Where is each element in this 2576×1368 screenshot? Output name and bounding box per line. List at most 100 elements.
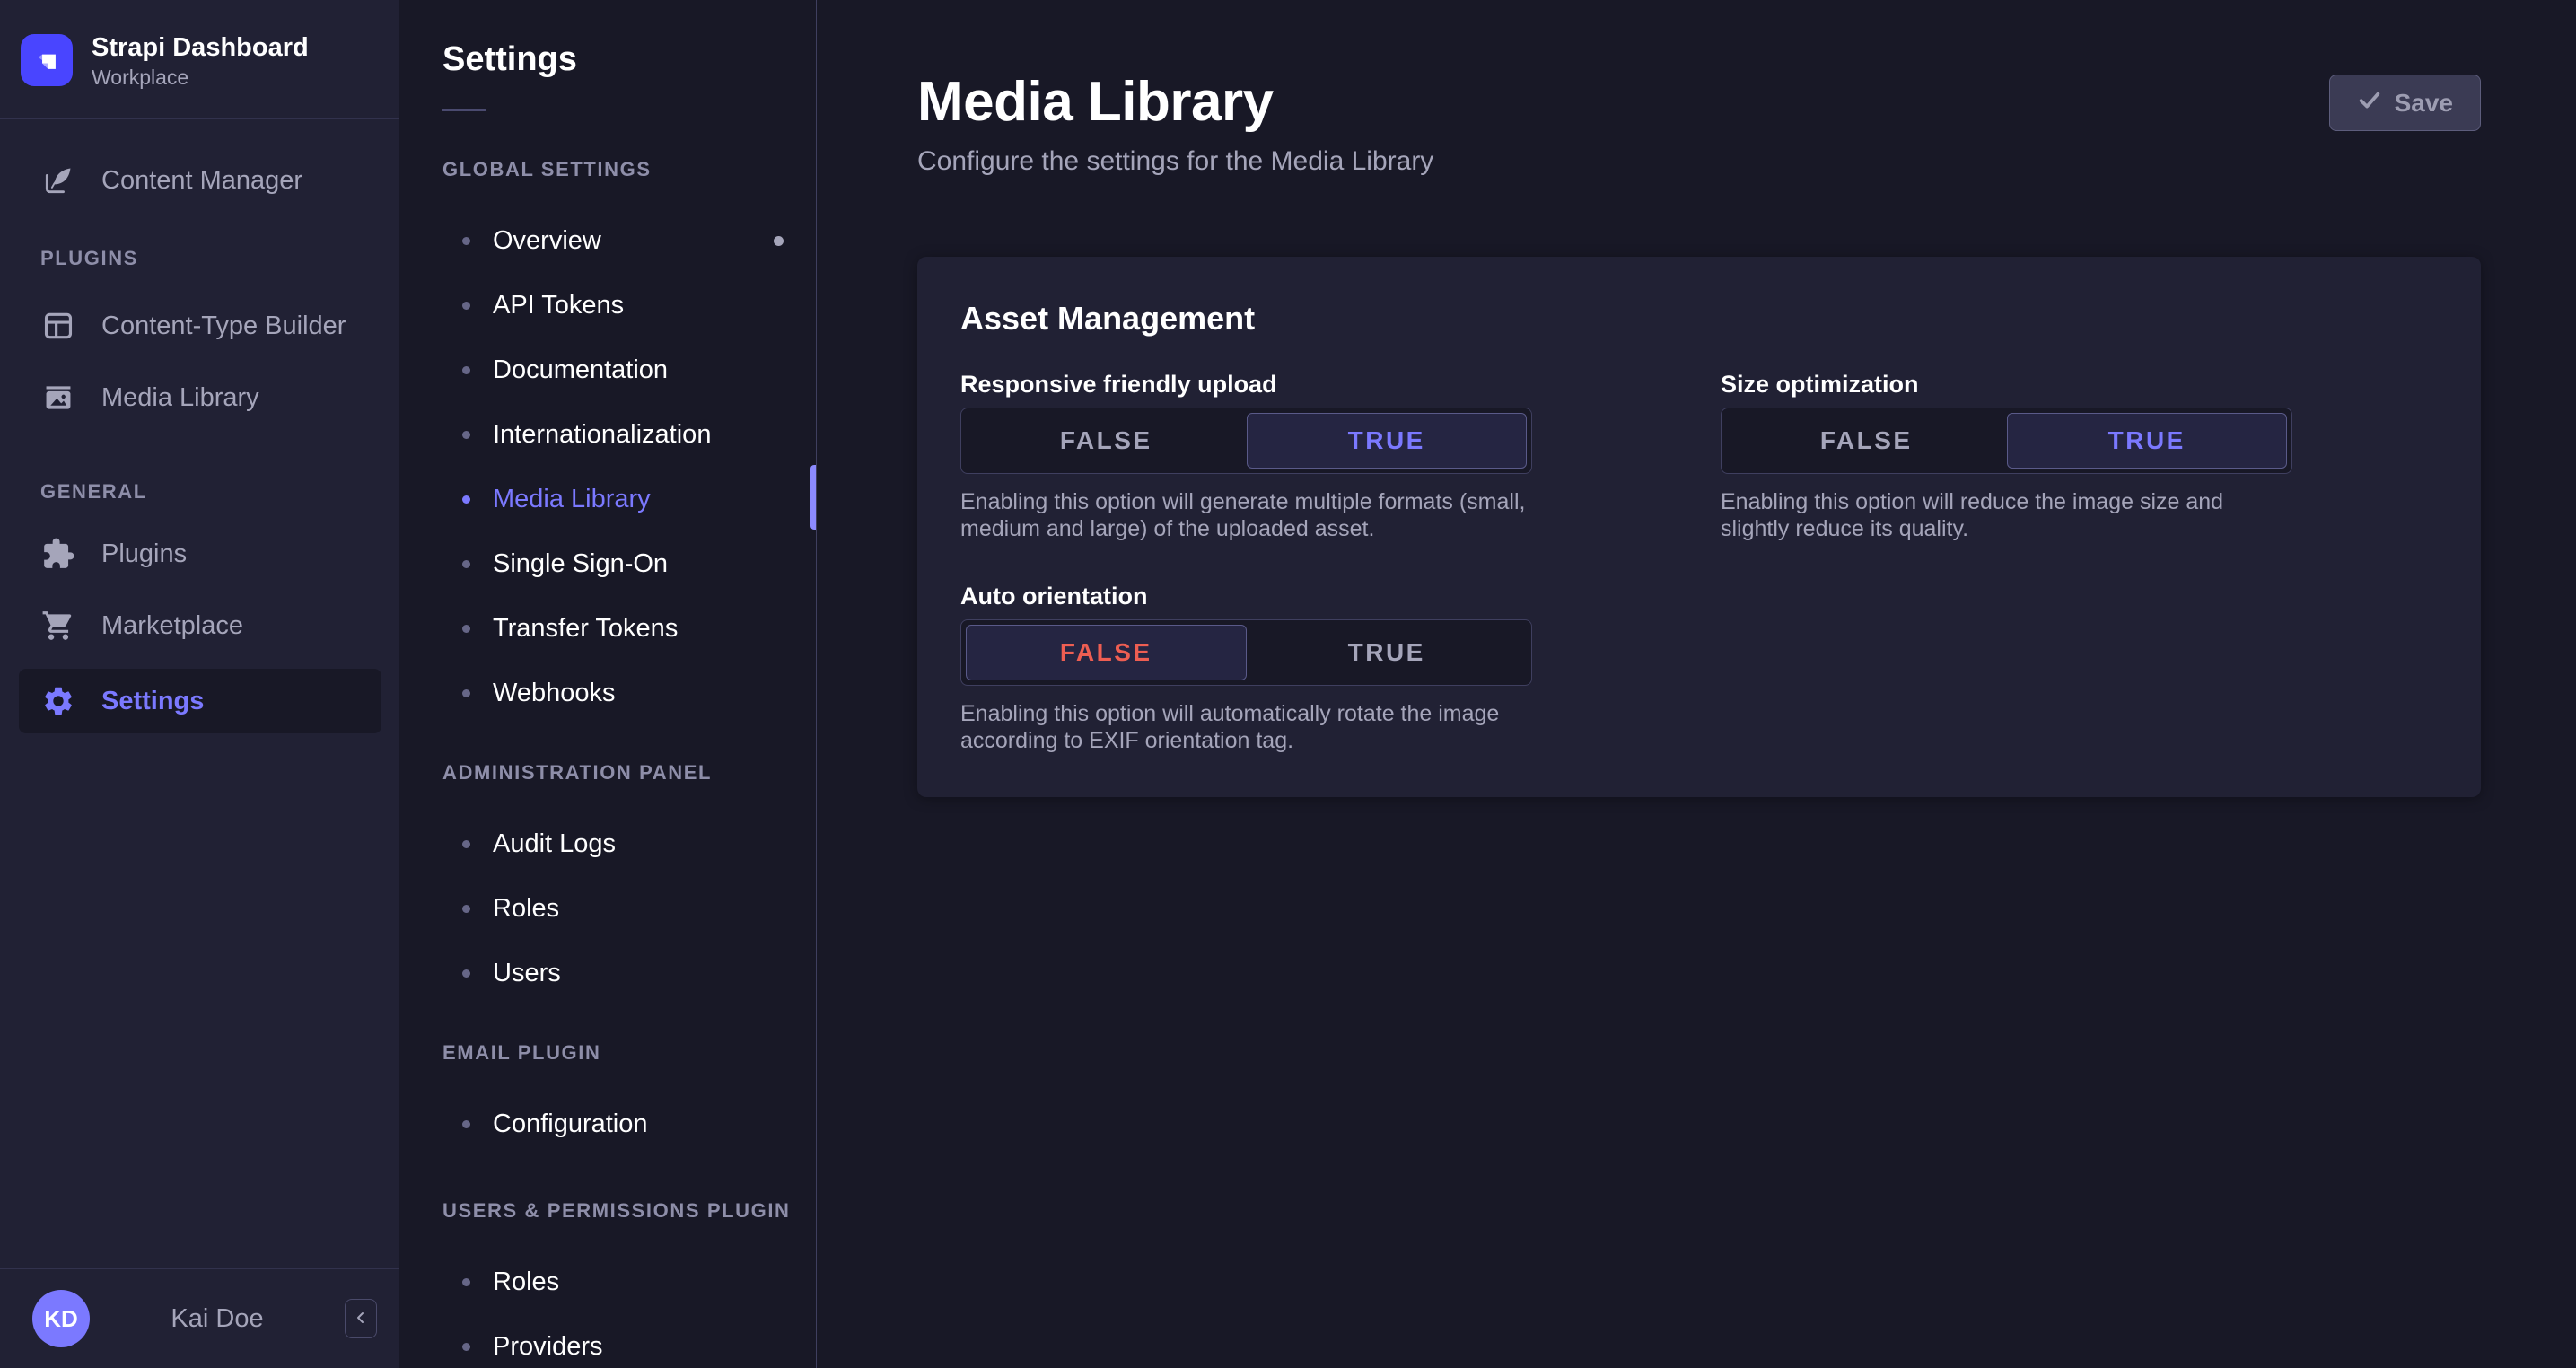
subnav-item-providers[interactable]: Providers — [399, 1314, 816, 1368]
field-description: Enabling this option will generate multi… — [960, 488, 1532, 542]
subnav-item-label: Configuration — [493, 1109, 648, 1139]
nav-item-label: Content-Type Builder — [101, 311, 346, 341]
subnav-item-label: API Tokens — [493, 291, 624, 320]
responsive-upload-toggle: FALSE TRUE — [960, 408, 1532, 474]
nav-item-label: Media Library — [101, 383, 259, 413]
active-item-indicator — [810, 465, 816, 530]
images-icon — [40, 380, 76, 416]
brand-text: Strapi Dashboard Workplace — [92, 31, 309, 91]
fields-grid: Responsive friendly upload FALSE TRUE En… — [960, 370, 2436, 754]
avatar[interactable]: KD — [32, 1290, 90, 1347]
brand-title: Strapi Dashboard — [92, 31, 309, 64]
bullet-icon — [462, 560, 470, 568]
edit-feather-icon — [40, 162, 76, 198]
subnav-item-internationalization[interactable]: Internationalization — [399, 402, 816, 467]
auto-orientation-toggle: FALSE TRUE — [960, 619, 1532, 686]
nav-item-marketplace[interactable]: Marketplace — [0, 590, 399, 662]
size-optimization-toggle: FALSE TRUE — [1721, 408, 2292, 474]
subnav-item-up-roles[interactable]: Roles — [399, 1250, 816, 1314]
content-header: Media Library Configure the settings for… — [917, 74, 2481, 178]
nav-section-plugins: PLUGINS — [0, 247, 399, 270]
subnav-item-label: Webhooks — [493, 679, 616, 708]
bullet-icon — [462, 1343, 470, 1351]
nav-item-content-type-builder[interactable]: Content-Type Builder — [0, 290, 399, 362]
subnav-item-overview[interactable]: Overview — [399, 208, 816, 273]
field-size-optimization: Size optimization FALSE TRUE Enabling th… — [1721, 370, 2292, 542]
subnav-item-documentation[interactable]: Documentation — [399, 338, 816, 402]
subnav-divider — [442, 109, 486, 111]
bullet-icon — [462, 237, 470, 245]
subnav-item-label: Users — [493, 959, 561, 988]
toggle-option-true[interactable]: TRUE — [1247, 625, 1528, 680]
bullet-icon — [462, 840, 470, 848]
subnav-item-label: Roles — [493, 1267, 559, 1297]
sidebar-footer: KD Kai Doe — [0, 1268, 399, 1368]
cart-icon — [40, 608, 76, 644]
nav-item-plugins[interactable]: Plugins — [0, 518, 399, 590]
subnav-item-label: Roles — [493, 894, 559, 924]
workspace-brand[interactable]: Strapi Dashboard Workplace — [0, 0, 399, 119]
toggle-option-true[interactable]: TRUE — [1247, 413, 1528, 469]
field-auto-orientation: Auto orientation FALSE TRUE Enabling thi… — [960, 582, 1532, 754]
save-button-label: Save — [2395, 89, 2453, 118]
user-name: Kai Doe — [108, 1304, 327, 1334]
title-block: Media Library Configure the settings for… — [917, 74, 1433, 178]
bullet-icon — [462, 625, 470, 633]
field-description: Enabling this option will reduce the ima… — [1721, 488, 2292, 542]
layout-icon — [40, 308, 76, 344]
field-label: Auto orientation — [960, 582, 1532, 610]
chevron-left-icon — [354, 1311, 368, 1328]
nav-section-general: GENERAL — [0, 480, 399, 504]
nav-item-label: Plugins — [101, 539, 187, 569]
subnav-group-email-plugin: EMAIL PLUGIN — [399, 1041, 816, 1065]
toggle-option-false[interactable]: FALSE — [966, 625, 1247, 680]
subnav-item-configuration[interactable]: Configuration — [399, 1092, 816, 1156]
subnav-item-audit-logs[interactable]: Audit Logs — [399, 811, 816, 876]
main-sidebar: Strapi Dashboard Workplace Content Manag… — [0, 0, 399, 1368]
subnav-group-global-settings: GLOBAL SETTINGS — [399, 158, 816, 181]
save-button[interactable]: Save — [2329, 75, 2481, 131]
bullet-icon — [462, 969, 470, 978]
subnav-item-label: Media Library — [493, 485, 651, 514]
subnav-item-label: Audit Logs — [493, 829, 616, 859]
toggle-option-false[interactable]: FALSE — [966, 413, 1247, 469]
subnav-item-label: Documentation — [493, 355, 668, 385]
field-responsive-friendly-upload: Responsive friendly upload FALSE TRUE En… — [960, 370, 1532, 542]
notification-dot-icon — [774, 236, 784, 246]
subnav-item-label: Overview — [493, 226, 751, 256]
subnav-item-label: Providers — [493, 1332, 603, 1362]
subnav-item-api-tokens[interactable]: API Tokens — [399, 273, 816, 338]
bullet-icon — [462, 689, 470, 697]
bullet-icon — [462, 366, 470, 374]
settings-subnav: Settings GLOBAL SETTINGS Overview API To… — [399, 0, 817, 1368]
sidebar-collapse-button[interactable] — [345, 1299, 377, 1338]
nav-item-label: Marketplace — [101, 611, 243, 641]
bullet-icon — [462, 1278, 470, 1286]
subnav-item-admin-roles[interactable]: Roles — [399, 876, 816, 941]
subnav-item-webhooks[interactable]: Webhooks — [399, 661, 816, 725]
puzzle-icon — [40, 536, 76, 572]
brand-workspace: Workplace — [92, 64, 309, 91]
nav-item-label: Content Manager — [101, 166, 302, 196]
subnav-item-single-sign-on[interactable]: Single Sign-On — [399, 531, 816, 596]
nav-item-settings[interactable]: Settings — [19, 669, 381, 733]
subnav-group-administration-panel: ADMINISTRATION PANEL — [399, 761, 816, 785]
subnav-item-label: Internationalization — [493, 420, 711, 450]
bullet-icon — [462, 495, 470, 504]
subnav-item-transfer-tokens[interactable]: Transfer Tokens — [399, 596, 816, 661]
bullet-icon — [462, 302, 470, 310]
subnav-item-users[interactable]: Users — [399, 941, 816, 1005]
bullet-icon — [462, 1120, 470, 1128]
nav-item-content-manager[interactable]: Content Manager — [0, 145, 399, 216]
strapi-app: Strapi Dashboard Workplace Content Manag… — [0, 0, 2576, 1368]
page-title: Media Library — [917, 74, 1433, 131]
field-description: Enabling this option will automatically … — [960, 700, 1532, 754]
check-icon — [2357, 87, 2382, 118]
subnav-item-media-library[interactable]: Media Library — [399, 467, 816, 531]
card-title: Asset Management — [960, 300, 2436, 338]
nav-item-label: Settings — [101, 687, 204, 716]
toggle-option-true[interactable]: TRUE — [2007, 413, 2288, 469]
nav-item-media-library[interactable]: Media Library — [0, 362, 399, 434]
toggle-option-false[interactable]: FALSE — [1726, 413, 2007, 469]
bullet-icon — [462, 905, 470, 913]
